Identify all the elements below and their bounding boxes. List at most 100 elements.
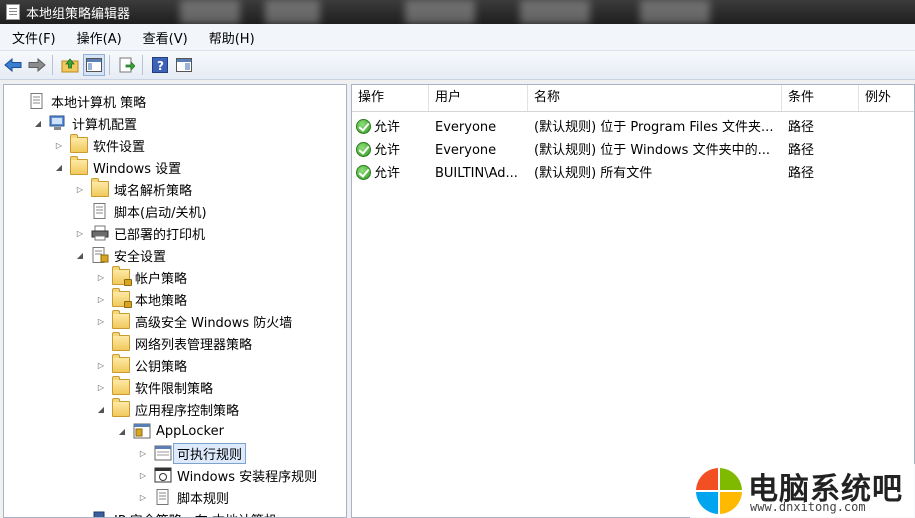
blurred-titlebar-area <box>640 0 710 24</box>
tree-item-label: 本地计算机 策略 <box>51 95 147 111</box>
table-row[interactable]: 允许 BUILTIN\Ad... (默认规则) 所有文件 路径 <box>352 162 914 185</box>
cell-exception <box>859 116 914 139</box>
tree-item[interactable]: ▷ 软件限制策略 <box>96 376 213 398</box>
tree-item-selected[interactable]: ▷ 可执行规则 <box>138 442 247 464</box>
expand-arrow-icon[interactable]: ▷ <box>138 470 148 480</box>
cell-user: Everyone <box>435 120 497 135</box>
collapse-arrow-icon[interactable]: ◢ <box>33 118 43 128</box>
action-label: 允许 <box>374 143 401 158</box>
cell-condition: 路径 <box>788 120 815 135</box>
tree-item-label: Windows 设置 <box>93 161 182 177</box>
tree-item[interactable]: 本地计算机 策略 <box>12 90 146 112</box>
folder-icon <box>112 332 130 351</box>
column-header-user[interactable]: 用户 <box>429 85 528 111</box>
app-icon <box>6 4 20 20</box>
allow-check-icon <box>356 119 371 134</box>
locked-folder-icon <box>112 266 132 286</box>
tree-item[interactable]: 网络列表管理器策略 <box>96 332 252 354</box>
blurred-titlebar-area <box>520 0 590 24</box>
tree-item[interactable]: ▷ 软件设置 <box>54 134 145 156</box>
collapse-arrow-icon[interactable]: ◢ <box>54 162 64 172</box>
cell-exception <box>859 162 914 185</box>
expand-arrow-icon[interactable]: ▷ <box>138 448 148 458</box>
tree-item-label: 脚本(启动/关机) <box>114 205 207 221</box>
tree-item[interactable]: ◢ Windows 设置 <box>54 156 181 178</box>
tree-item[interactable]: ◢ 计算机配置 <box>33 112 137 134</box>
folder-icon <box>112 376 130 395</box>
tree-item[interactable]: 脚本(启动/关机) <box>75 200 207 222</box>
up-folder-icon[interactable] <box>59 54 81 76</box>
help-icon[interactable]: ? <box>149 54 171 76</box>
table-row[interactable]: 允许 Everyone (默认规则) 位于 Windows 文件夹中的... 路径 <box>352 139 914 162</box>
export-list-icon[interactable] <box>116 54 138 76</box>
expand-arrow-icon[interactable]: ▷ <box>96 382 106 392</box>
watermark: 电脑系统吧 www.dnxitong.com <box>690 464 915 518</box>
folder-icon <box>112 354 130 373</box>
column-header-name[interactable]: 名称 <box>528 85 782 111</box>
tree-item[interactable]: ◢ 应用程序控制策略 <box>96 398 239 420</box>
tree-item[interactable]: ▷ 本地策略 <box>96 288 187 310</box>
menu-action[interactable]: 操作(A) <box>68 28 131 47</box>
expand-arrow-icon[interactable]: ▷ <box>96 316 106 326</box>
locked-folder-icon <box>112 288 132 308</box>
blurred-titlebar-area <box>405 0 475 24</box>
tree-item-label: 计算机配置 <box>72 117 138 133</box>
expand-arrow-icon[interactable]: ▷ <box>96 272 106 282</box>
folder-icon <box>91 178 109 197</box>
cell-condition: 路径 <box>788 143 815 158</box>
tree-item[interactable]: ▷ 高级安全 Windows 防火墙 <box>96 310 292 332</box>
tree-item-label: 公钥策略 <box>135 359 188 375</box>
expand-arrow-icon[interactable]: ▷ <box>96 360 106 370</box>
tree-item[interactable]: ◢ AppLocker <box>117 420 224 442</box>
expand-arrow-icon[interactable]: ▷ <box>54 140 64 150</box>
title-bar: 本地组策略编辑器 <box>0 0 915 24</box>
tree-item-label: 已部署的打印机 <box>114 227 206 243</box>
expand-arrow-icon[interactable]: ▷ <box>75 228 85 238</box>
cell-name: (默认规则) 所有文件 <box>534 166 653 181</box>
action-label: 允许 <box>374 166 401 181</box>
back-arrow-icon[interactable] <box>2 54 24 76</box>
table-row[interactable]: 允许 Everyone (默认规则) 位于 Program Files 文件夹...… <box>352 116 914 139</box>
tree-item[interactable]: ◢ 安全设置 <box>75 244 166 266</box>
rules-list-panel: 操作 用户 名称 条件 例外 允许 Everyone (默认规则) 位于 Progr… <box>351 84 915 518</box>
tree-item[interactable]: ▷ 域名解析策略 <box>75 178 192 200</box>
column-header-action[interactable]: 操作 <box>352 85 429 111</box>
executable-rules-icon <box>154 445 172 461</box>
folder-icon <box>70 134 88 153</box>
column-header-condition[interactable]: 条件 <box>782 85 859 111</box>
forward-arrow-icon[interactable] <box>26 54 48 76</box>
column-header-exception[interactable]: 例外 <box>859 85 914 111</box>
tree-panel: 本地计算机 策略 ◢ 计算机配置 ▷ 软件设置 ◢ Windows 设置 ▷ 域名解析策略脚本(… <box>3 84 347 518</box>
computer-icon <box>49 115 67 131</box>
tree-item-label: AppLocker <box>156 423 224 439</box>
tree-item[interactable]: ▷ IP 安全策略，在 本地计算机 <box>75 508 277 518</box>
tree-item[interactable]: ▷ Windows 安装程序规则 <box>138 464 317 486</box>
expand-arrow-icon[interactable]: ▷ <box>75 184 85 194</box>
cell-exception <box>859 139 914 162</box>
no-expander <box>75 206 85 216</box>
tree-item-label: IP 安全策略，在 本地计算机 <box>114 510 277 518</box>
tree-item[interactable]: ▷ 脚本规则 <box>138 486 229 508</box>
menu-bar: 文件(F) 操作(A) 查看(V) 帮助(H) <box>0 24 915 51</box>
tree-item-label: 网络列表管理器策略 <box>135 337 253 353</box>
tree-item-label: 可执行规则 <box>173 442 247 464</box>
expand-arrow-icon[interactable]: ▷ <box>138 492 148 502</box>
collapse-arrow-icon[interactable]: ◢ <box>75 250 85 260</box>
tree-item[interactable]: ▷ 帐户策略 <box>96 266 187 288</box>
window-title: 本地组策略编辑器 <box>26 6 131 22</box>
allow-check-icon <box>356 165 371 180</box>
toolbar-separator <box>52 55 53 75</box>
collapse-arrow-icon[interactable]: ◢ <box>96 404 106 414</box>
tree-item[interactable]: ▷ 已部署的打印机 <box>75 222 205 244</box>
properties-icon[interactable] <box>173 54 195 76</box>
table-header: 操作 用户 名称 条件 例外 <box>352 85 914 112</box>
menu-help[interactable]: 帮助(H) <box>200 28 264 47</box>
menu-file[interactable]: 文件(F) <box>3 28 65 47</box>
collapse-arrow-icon[interactable]: ◢ <box>117 426 127 436</box>
expand-arrow-icon[interactable]: ▷ <box>96 294 106 304</box>
tree-item[interactable]: ▷ 公钥策略 <box>96 354 187 376</box>
cell-action: 允许 <box>352 116 429 139</box>
expand-arrow-icon[interactable]: ▷ <box>75 514 85 518</box>
show-hide-tree-icon[interactable] <box>83 54 105 76</box>
menu-view[interactable]: 查看(V) <box>134 28 197 47</box>
